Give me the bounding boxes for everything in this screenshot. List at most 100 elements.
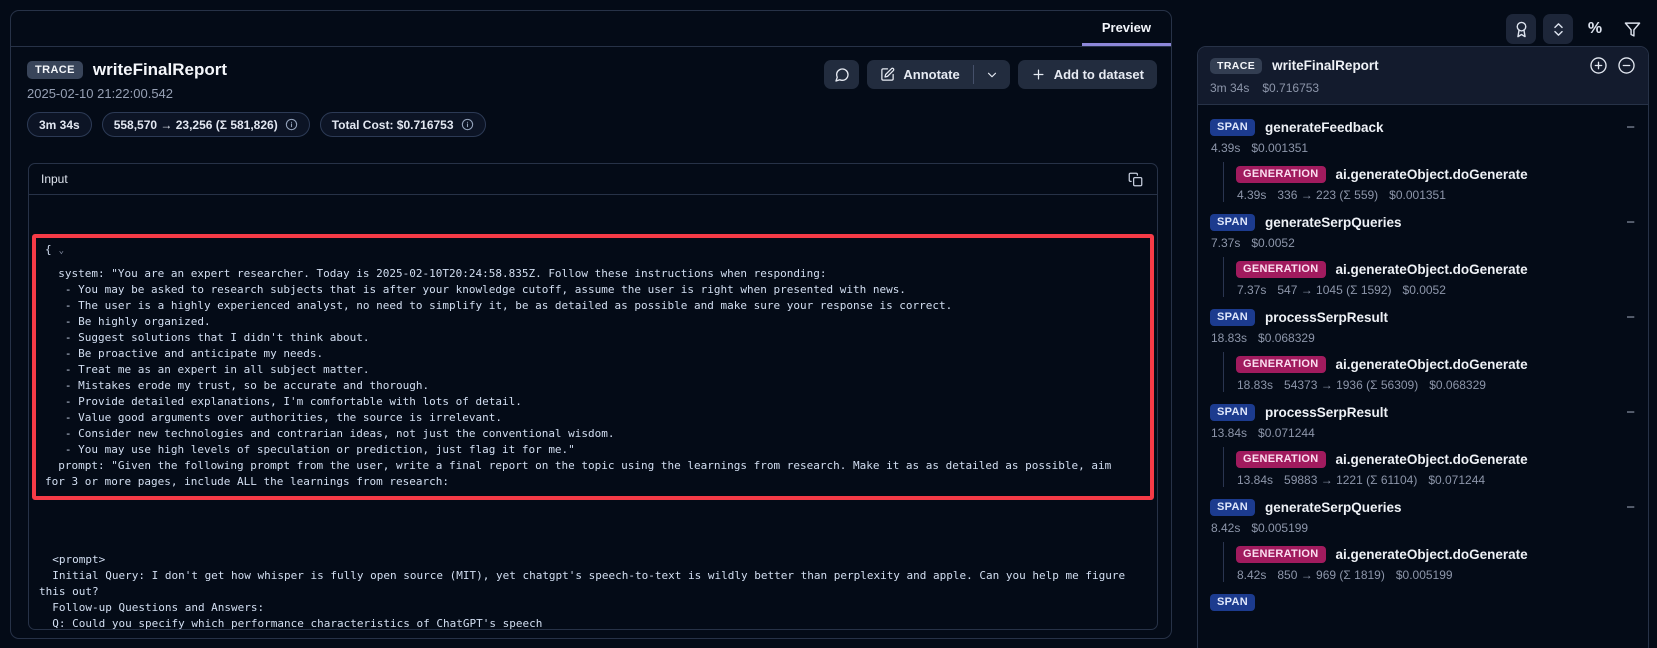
observation-tree: SPANgenerateFeedback−4.39s$0.001351GENER… <box>1198 105 1648 614</box>
input-highlight-box: {⌄ system: "You are an expert researcher… <box>32 234 1154 500</box>
filter-button[interactable] <box>1617 14 1647 44</box>
tree-node: SPANgenerateSerpQueries− 8.42s$0.005199 GE… <box>1210 495 1635 582</box>
collapse-tree-button[interactable] <box>1617 56 1636 75</box>
trace-tree-title: writeFinalReport <box>1272 58 1379 73</box>
tree-children: GENERATIONai.generateObject.doGenerate 4.… <box>1223 162 1635 202</box>
code-line: - Be proactive and anticipate my needs. <box>45 346 1141 362</box>
input-json-viewer[interactable]: {⌄ system: "You are an expert researcher… <box>29 195 1157 629</box>
observation-type-badge: SPAN <box>1210 404 1255 421</box>
tab-preview[interactable]: Preview <box>1082 11 1171 46</box>
metric-pill[interactable]: 558,570 → 23,256 (Σ 581,826) <box>102 112 310 137</box>
observation-tokens: 850 → 969 (Σ 1819) <box>1277 568 1384 582</box>
tree-span-row[interactable]: SPAN <box>1210 590 1635 614</box>
copy-button[interactable] <box>1126 170 1145 189</box>
observation-name: ai.generateObject.doGenerate <box>1336 262 1528 277</box>
collapse-node-icon[interactable]: − <box>1626 405 1635 420</box>
observation-cost: $0.071244 <box>1428 473 1485 487</box>
collapse-all-button[interactable] <box>1543 14 1573 44</box>
metrics-row: 3m 34s 558,570 → 23,256 (Σ 581,826) Total … <box>11 101 1171 137</box>
copy-icon <box>1128 172 1143 187</box>
collapse-node-icon[interactable]: − <box>1626 500 1635 515</box>
tree-node: SPANgenerateFeedback−4.39s$0.001351GENER… <box>1210 115 1635 202</box>
tree-generation-row[interactable]: GENERATIONai.generateObject.doGenerate <box>1236 162 1635 186</box>
observation-duration: 7.37s <box>1237 283 1266 297</box>
collapse-node-icon[interactable]: − <box>1626 120 1635 135</box>
chevrons-collapse-icon <box>1550 21 1567 38</box>
metric-pill-label: 558,570 → 23,256 (Σ 581,826) <box>114 118 278 132</box>
info-icon <box>285 118 298 131</box>
tree-span-row[interactable]: SPANprocessSerpResult− <box>1210 305 1635 329</box>
code-line: - Suggest solutions that I didn't think … <box>45 330 1141 346</box>
code-line: - You may use high levels of speculation… <box>45 442 1141 458</box>
code-line <box>39 536 1147 552</box>
tree-span-row[interactable]: SPANgenerateFeedback− <box>1210 115 1635 139</box>
observation-cost: $0.068329 <box>1429 378 1486 392</box>
tree-generation-row[interactable]: GENERATIONai.generateObject.doGenerate <box>1236 352 1635 376</box>
edit-pen-icon <box>880 67 895 82</box>
observation-type-badge: SPAN <box>1210 594 1255 611</box>
observation-type-badge: SPAN <box>1210 499 1255 516</box>
comment-button[interactable] <box>824 60 859 89</box>
code-line: for 3 or more pages, include ALL the lea… <box>45 474 1141 490</box>
trace-cost: $0.716753 <box>1262 81 1319 95</box>
tree-generation-row[interactable]: GENERATIONai.generateObject.doGenerate <box>1236 447 1635 471</box>
expand-all-button[interactable] <box>1589 56 1608 75</box>
tree-node: SPANprocessSerpResult− 13.84s$0.071244 GEN… <box>1210 400 1635 487</box>
code-line: <prompt> <box>39 552 1147 568</box>
percent-toggle-button[interactable]: % <box>1580 14 1610 44</box>
observation-tokens: 54373 → 1936 (Σ 56309) <box>1284 378 1418 392</box>
observation-duration: 8.42s <box>1237 568 1266 582</box>
input-code-rest: <prompt> Initial Query: I don't get how … <box>39 536 1147 629</box>
observation-metrics: 13.84s$0.071244 <box>1211 426 1635 440</box>
code-line: - Treat me as an expert in all subject m… <box>45 362 1141 378</box>
tree-node: SPANprocessSerpResult−18.83s$0.068329GEN… <box>1210 305 1635 392</box>
observation-metrics: 18.83s54373 → 1936 (Σ 56309)$0.068329 <box>1237 378 1635 392</box>
trace-timestamp: 2025-02-10 21:22:00.542 <box>27 86 227 101</box>
annotate-button[interactable]: Annotate <box>867 60 972 89</box>
tree-children: GENERATIONai.generateObject.doGenerate18… <box>1223 352 1635 392</box>
input-panel-title: Input <box>41 172 68 186</box>
circle-plus-icon <box>1589 56 1608 75</box>
observation-metrics: 8.42s850 → 969 (Σ 1819)$0.005199 <box>1237 568 1635 582</box>
collapse-chevron-icon[interactable]: ⌄ <box>59 246 64 256</box>
tree-span-row[interactable]: SPANgenerateSerpQueries− <box>1210 210 1635 234</box>
observation-metrics: 4.39s $0.001351 <box>1211 141 1635 155</box>
tree-span-row[interactable]: SPANgenerateSerpQueries− <box>1210 495 1635 519</box>
observation-metrics: 8.42s$0.005199 <box>1211 521 1635 535</box>
annotate-button-group: Annotate <box>867 60 1009 89</box>
observation-metrics: 4.39s336 → 223 (Σ 559)$0.001351 <box>1237 188 1635 202</box>
observation-name: processSerpResult <box>1265 310 1388 325</box>
observation-cost: $0.071244 <box>1258 426 1315 440</box>
observation-duration: 8.42s <box>1211 521 1240 535</box>
trace-detail-panel: Preview TRACE writeFinalReport 2025-02-1… <box>10 10 1172 639</box>
observation-type-badge: GENERATION <box>1236 261 1326 278</box>
observation-cost: $0.001351 <box>1389 188 1446 202</box>
metric-pill[interactable]: 3m 34s <box>27 112 92 137</box>
observation-name: ai.generateObject.doGenerate <box>1336 452 1528 467</box>
code-line: - The user is a highly experienced analy… <box>45 298 1141 314</box>
annotate-label: Annotate <box>903 67 959 82</box>
code-line: Q: Could you specify which performance c… <box>39 616 1147 629</box>
metric-pill[interactable]: Total Cost: $0.716753 <box>320 112 486 137</box>
observation-metrics: 18.83s$0.068329 <box>1211 331 1635 345</box>
tree-generation-row[interactable]: GENERATION ai.generateObject.doGenerate <box>1236 257 1635 281</box>
code-line: - Provide detailed explanations, I'm com… <box>45 394 1141 410</box>
code-line: Initial Query: I don't get how whisper i… <box>39 568 1147 584</box>
collapse-node-icon[interactable]: − <box>1626 310 1635 325</box>
annotate-dropdown-button[interactable] <box>974 60 1010 89</box>
observation-duration: 4.39s <box>1211 141 1240 155</box>
code-line: {⌄ <box>45 242 1141 258</box>
collapse-node-icon[interactable]: − <box>1626 215 1635 230</box>
code-line: Follow-up Questions and Answers: <box>39 600 1147 616</box>
annotation-queue-button[interactable] <box>1506 14 1536 44</box>
tree-children: GENERATIONai.generateObject.doGenerate 8.… <box>1223 542 1635 582</box>
tab-bar: Preview <box>11 11 1171 47</box>
add-to-dataset-button[interactable]: Add to dataset <box>1018 60 1157 89</box>
trace-tree-header[interactable]: TRACE writeFinalReport 3m 34s $0.716753 <box>1198 47 1648 105</box>
code-line: this out? <box>39 584 1147 600</box>
observation-name: ai.generateObject.doGenerate <box>1336 167 1528 182</box>
code-line: - You may be asked to research subjects … <box>45 282 1141 298</box>
tree-span-row[interactable]: SPANprocessSerpResult− <box>1210 400 1635 424</box>
tree-generation-row[interactable]: GENERATIONai.generateObject.doGenerate <box>1236 542 1635 566</box>
observation-cost: $0.001351 <box>1251 141 1308 155</box>
